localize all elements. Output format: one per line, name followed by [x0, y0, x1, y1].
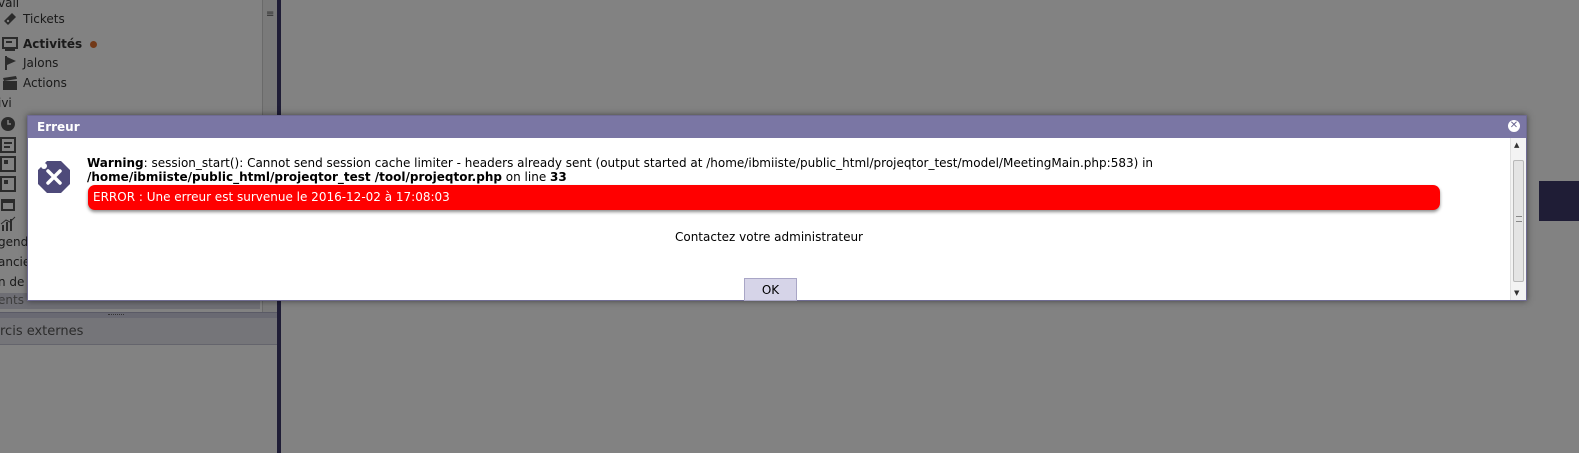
scroll-grip-icon: [1516, 216, 1522, 222]
warning-message-text: : session_start(): Cannot send session c…: [143, 156, 1154, 170]
error-dialog: Erreur ✕ Warning: session_start(): Canno…: [27, 115, 1527, 301]
warning-label: Warning: [87, 156, 144, 170]
dialog-scrollbar[interactable]: ▲ ▼: [1510, 138, 1526, 300]
warning-line-number: 33: [550, 170, 567, 184]
warning-file-path: /home/ibmiiste/public_html/projeqtor_tes…: [87, 170, 502, 184]
dialog-titlebar[interactable]: Erreur ✕: [28, 116, 1526, 138]
scroll-up-icon[interactable]: ▲: [1514, 141, 1519, 149]
dialog-body: Warning: session_start(): Cannot send se…: [28, 138, 1510, 302]
dialog-title: Erreur: [37, 120, 80, 134]
warning-online-text: on line: [501, 170, 551, 184]
ok-button[interactable]: OK: [744, 278, 797, 301]
error-banner: ERROR : Une erreur est survenue le 2016-…: [88, 185, 1440, 210]
contact-message: Contactez votre administrateur: [674, 230, 863, 244]
close-icon[interactable]: ✕: [1507, 119, 1521, 133]
scroll-down-icon[interactable]: ▼: [1514, 289, 1519, 297]
scroll-thumb[interactable]: [1513, 160, 1524, 282]
warning-message: Warning: session_start(): Cannot send se…: [87, 156, 1417, 184]
error-icon: [37, 160, 71, 194]
